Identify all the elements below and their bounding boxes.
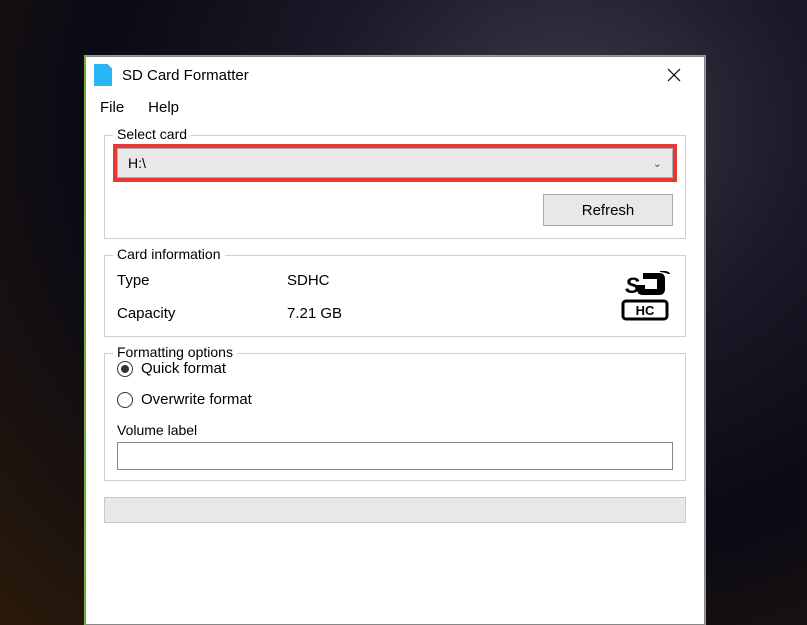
quick-format-radio[interactable] (117, 361, 133, 377)
formatting-options-legend: Formatting options (113, 344, 237, 360)
highlight-box: H:\ ⌄ (113, 144, 677, 182)
capacity-label: Capacity (117, 305, 287, 322)
svg-text:HC: HC (636, 303, 655, 318)
window-title: SD Card Formatter (122, 67, 651, 84)
quick-format-option[interactable]: Quick format (117, 360, 673, 377)
refresh-button[interactable]: Refresh (543, 194, 673, 226)
select-card-group: Select card H:\ ⌄ Refresh (104, 135, 686, 239)
volume-label-caption: Volume label (117, 422, 673, 438)
card-info-group: Card information Type SDHC Capacity 7.21… (104, 255, 686, 337)
menubar: File Help (86, 93, 704, 123)
close-icon (667, 68, 681, 82)
sdhc-logo: S HC (593, 270, 673, 322)
card-drive-dropdown[interactable]: H:\ ⌄ (117, 148, 673, 178)
overwrite-format-option[interactable]: Overwrite format (117, 391, 673, 408)
titlebar: SD Card Formatter (86, 57, 704, 93)
chevron-down-icon: ⌄ (653, 157, 662, 170)
type-value: SDHC (287, 272, 593, 289)
app-window: SD Card Formatter File Help Select card … (85, 56, 705, 625)
formatting-options-group: Formatting options Quick format Overwrit… (104, 353, 686, 481)
overwrite-format-radio[interactable] (117, 392, 133, 408)
volume-label-input[interactable] (117, 442, 673, 470)
sdhc-icon: S HC (603, 271, 673, 321)
menu-file[interactable]: File (96, 97, 128, 118)
bottom-bar (104, 497, 686, 523)
content-area: Select card H:\ ⌄ Refresh Card informati… (86, 123, 704, 481)
quick-format-label: Quick format (141, 360, 226, 377)
type-label: Type (117, 272, 287, 289)
overwrite-format-label: Overwrite format (141, 391, 252, 408)
app-icon (94, 64, 112, 86)
close-button[interactable] (651, 60, 696, 90)
card-drive-value: H:\ (128, 155, 653, 171)
select-card-legend: Select card (113, 126, 191, 142)
card-info-legend: Card information (113, 246, 225, 262)
capacity-value: 7.21 GB (287, 305, 593, 322)
menu-help[interactable]: Help (144, 97, 183, 118)
refresh-row: Refresh (117, 194, 673, 226)
